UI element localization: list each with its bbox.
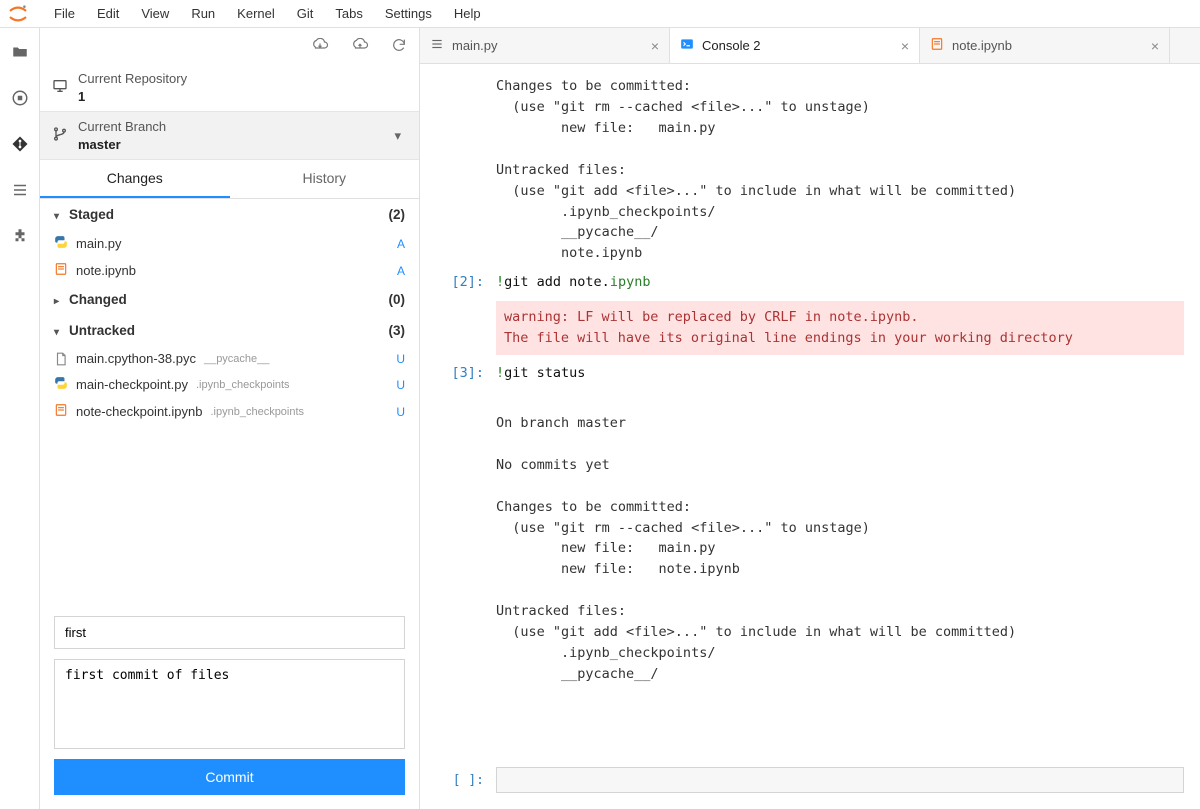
menu-run[interactable]: Run [181, 2, 225, 25]
file-row[interactable]: main.cpython-38.pyc __pycache__ U [40, 346, 419, 371]
menubar: FileEditViewRunKernelGitTabsSettingsHelp [0, 0, 1200, 28]
extensions-icon[interactable] [10, 226, 30, 246]
python-icon [54, 376, 68, 393]
git-icon[interactable] [10, 134, 30, 154]
repo-value: 1 [78, 88, 187, 106]
chevron-down-icon: ▾ [394, 128, 401, 144]
file-status: A [397, 237, 405, 251]
git-side-panel: Current Repository 1 Current Branch mast… [40, 28, 420, 809]
tab-label: Console 2 [702, 38, 761, 53]
editor-tabstrip: main.py × Console 2 × note.ipynb × [420, 28, 1200, 64]
file-status: U [396, 352, 405, 366]
file-row[interactable]: note.ipynb A [40, 257, 419, 284]
cloud-pull-icon[interactable] [311, 38, 329, 55]
editor-tab[interactable]: Console 2 × [670, 28, 920, 63]
repo-label: Current Repository [78, 70, 187, 88]
file-status: U [396, 378, 405, 392]
tab-changes[interactable]: Changes [40, 160, 230, 198]
commit-summary-input[interactable] [54, 616, 405, 649]
tab-label: main.py [452, 38, 498, 53]
running-icon[interactable] [10, 88, 30, 108]
hamburger-icon [430, 37, 444, 54]
menu-edit[interactable]: Edit [87, 2, 129, 25]
file-subpath: .ipynb_checkpoints [210, 406, 304, 418]
file-icon [54, 352, 68, 366]
file-status: A [397, 264, 405, 278]
notebook-icon [54, 403, 68, 420]
jupyter-logo-icon [6, 2, 30, 26]
section-untracked-header[interactable]: Untracked (3) [40, 315, 419, 346]
cell-body: warning: LF will be replaced by CRLF in … [496, 301, 1184, 355]
section-untracked-count: (3) [389, 323, 406, 338]
section-staged-count: (2) [389, 207, 406, 222]
cell-prompt [420, 392, 496, 685]
menu-kernel[interactable]: Kernel [227, 2, 285, 25]
editor-tab[interactable]: note.ipynb × [920, 28, 1170, 63]
console-output: Changes to be committed: (use "git rm --… [420, 64, 1200, 759]
cloud-push-icon[interactable] [351, 38, 369, 55]
menu-settings[interactable]: Settings [375, 2, 442, 25]
python-icon [54, 235, 68, 252]
refresh-icon[interactable] [391, 37, 407, 56]
monitor-icon [52, 78, 68, 97]
branch-icon [52, 126, 68, 145]
section-staged-title: Staged [69, 207, 114, 222]
close-icon[interactable]: × [1151, 38, 1159, 54]
console-input-prompt: [ ]: [420, 773, 496, 788]
activity-bar [0, 28, 40, 809]
branch-label: Current Branch [78, 118, 166, 136]
cell-prompt: [3]: [420, 363, 496, 384]
cell-prompt [420, 301, 496, 355]
toc-icon[interactable] [10, 180, 30, 200]
branch-value: master [78, 136, 166, 154]
editor-area: main.py × Console 2 × note.ipynb × Changes to… [420, 28, 1200, 809]
file-name: note.ipynb [76, 263, 136, 278]
notebook-icon [930, 37, 944, 54]
section-staged-header[interactable]: Staged (2) [40, 199, 419, 230]
cell-body: !git status [496, 363, 1184, 384]
cell-body: Changes to be committed: (use "git rm --… [496, 76, 1184, 264]
file-row[interactable]: main-checkpoint.py .ipynb_checkpoints U [40, 371, 419, 398]
commit-description-input[interactable]: first commit of files [54, 659, 405, 749]
commit-button[interactable]: Commit [54, 759, 405, 795]
file-status: U [396, 405, 405, 419]
git-panel-toolbar [40, 28, 419, 64]
file-subpath: .ipynb_checkpoints [196, 379, 290, 391]
folder-icon[interactable] [10, 42, 30, 62]
file-name: main.py [76, 236, 122, 251]
cell-body: On branch master No commits yet Changes … [496, 392, 1184, 685]
current-repository-block[interactable]: Current Repository 1 [40, 64, 419, 111]
current-branch-block[interactable]: Current Branch master ▾ [40, 111, 419, 160]
menu-view[interactable]: View [131, 2, 179, 25]
close-icon[interactable]: × [651, 38, 659, 54]
section-changed-title: Changed [69, 292, 127, 307]
menu-git[interactable]: Git [287, 2, 324, 25]
file-name: main.cpython-38.pyc [76, 351, 196, 366]
cell-prompt: [2]: [420, 272, 496, 293]
close-icon[interactable]: × [901, 38, 909, 54]
console-input-row: [ ]: [420, 759, 1200, 809]
tab-label: note.ipynb [952, 38, 1012, 53]
menu-help[interactable]: Help [444, 2, 491, 25]
file-name: note-checkpoint.ipynb [76, 404, 202, 419]
section-changed-count: (0) [389, 292, 406, 307]
git-panel-tabs: Changes History [40, 160, 419, 199]
section-changed-header[interactable]: Changed (0) [40, 284, 419, 315]
cell-prompt [420, 76, 496, 264]
notebook-icon [54, 262, 68, 279]
console-icon [680, 37, 694, 54]
file-name: main-checkpoint.py [76, 377, 188, 392]
console-input[interactable] [496, 767, 1184, 793]
menu-file[interactable]: File [44, 2, 85, 25]
cell-body: !git add note.ipynb [496, 272, 1184, 293]
file-row[interactable]: note-checkpoint.ipynb .ipynb_checkpoints U [40, 398, 419, 425]
file-row[interactable]: main.py A [40, 230, 419, 257]
editor-tab[interactable]: main.py × [420, 28, 670, 63]
section-untracked-title: Untracked [69, 323, 135, 338]
menu-tabs[interactable]: Tabs [325, 2, 372, 25]
tab-history[interactable]: History [230, 160, 420, 198]
file-subpath: __pycache__ [204, 353, 269, 365]
